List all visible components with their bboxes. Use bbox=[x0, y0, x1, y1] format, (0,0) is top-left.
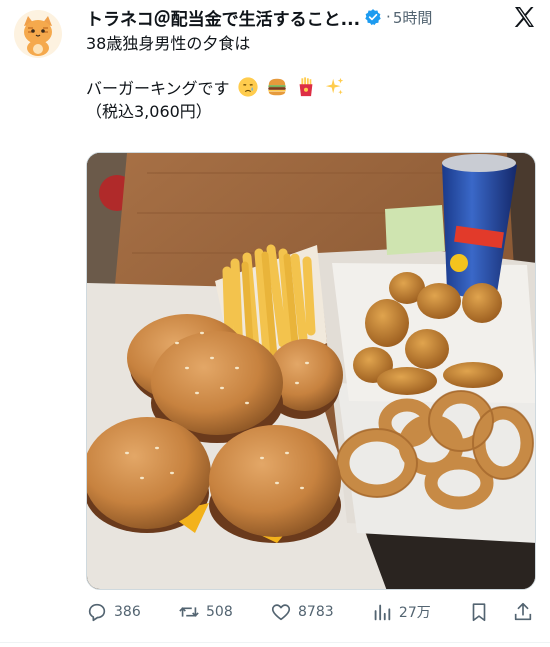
retweet-button[interactable]: 508 bbox=[178, 601, 233, 623]
reply-icon bbox=[88, 603, 106, 622]
bookmark-button[interactable] bbox=[468, 601, 490, 623]
burger-meal-image bbox=[87, 153, 535, 589]
share-button[interactable] bbox=[512, 601, 534, 623]
reply-count: 386 bbox=[114, 604, 141, 620]
hamburger-icon bbox=[268, 78, 286, 96]
action-bar-right bbox=[468, 601, 534, 623]
tweet-line-1: 38歳独身男性の夕食は bbox=[86, 34, 251, 53]
share-icon bbox=[514, 602, 532, 621]
reply-button[interactable]: 386 bbox=[86, 601, 141, 623]
action-bar: 386 508 8783 27万 bbox=[86, 598, 534, 626]
post-time[interactable]: 5時間 bbox=[393, 7, 433, 28]
view-count: 27万 bbox=[398, 605, 431, 621]
tweet-text: 38歳独身男性の夕食は バーガーキングです （税込3,060円） bbox=[86, 32, 534, 124]
x-logo-icon[interactable] bbox=[512, 5, 536, 29]
tweet-line-2-text: バーガーキングです bbox=[86, 79, 230, 98]
tweet-line-3: （税込3,060円） bbox=[86, 102, 212, 121]
retweet-count: 508 bbox=[206, 604, 233, 620]
retweet-icon bbox=[179, 607, 199, 617]
french-fries-icon bbox=[299, 77, 313, 97]
tweet-line-2: バーガーキングです bbox=[86, 76, 534, 100]
avatar[interactable] bbox=[14, 10, 62, 58]
cat-avatar-icon bbox=[14, 10, 62, 58]
heart-icon bbox=[271, 604, 291, 621]
views-chart-icon bbox=[374, 604, 391, 621]
bookmark-icon bbox=[472, 603, 486, 622]
tweet-photo[interactable] bbox=[86, 152, 536, 590]
verified-badge-icon bbox=[365, 9, 381, 26]
views-button[interactable]: 27万 bbox=[371, 601, 431, 623]
bottom-divider bbox=[0, 642, 550, 643]
time-separator: · bbox=[386, 8, 391, 26]
like-count: 8783 bbox=[298, 604, 334, 620]
like-button[interactable]: 8783 bbox=[270, 601, 334, 623]
tweet-header: トラネコ＠配当金で生活すること... · 5時間 bbox=[86, 4, 542, 30]
crying-face-icon bbox=[238, 77, 258, 97]
sparkles-icon bbox=[325, 77, 344, 95]
author-name[interactable]: トラネコ＠配当金で生活すること... bbox=[86, 5, 360, 30]
